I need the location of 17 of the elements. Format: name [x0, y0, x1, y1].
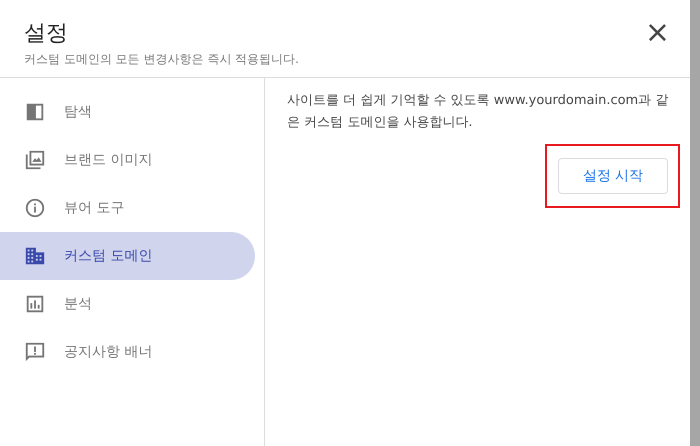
building-icon	[24, 245, 46, 267]
image-icon	[24, 149, 46, 171]
bar-chart-icon	[24, 293, 46, 315]
start-setup-button[interactable]: 설정 시작	[558, 158, 668, 194]
alert-message-icon	[24, 341, 46, 363]
sidebar-item[interactable]: 커스텀 도메인	[0, 232, 255, 280]
sidebar-item[interactable]: 브랜드 이미지	[0, 136, 255, 184]
sidebar-item[interactable]: 탐색	[0, 88, 255, 136]
sidebar-item[interactable]: 뷰어 도구	[0, 184, 255, 232]
info-icon	[24, 197, 46, 219]
close-button[interactable]: ×	[640, 18, 674, 48]
sidebar-item[interactable]: 공지사항 배너	[0, 328, 255, 376]
description-text: 사이트를 더 쉽게 기억할 수 있도록 www.yourdomain.com과 같은 커스텀 도메인을 사용합니다.	[287, 92, 670, 132]
dialog-title: 설정	[24, 20, 69, 48]
dialog-subtitle: 커스텀 도메인의 모든 변경사항은 즉시 적용됩니다.	[24, 51, 299, 68]
panel-icon	[24, 101, 46, 123]
sidebar-item[interactable]: 분석	[0, 280, 255, 328]
